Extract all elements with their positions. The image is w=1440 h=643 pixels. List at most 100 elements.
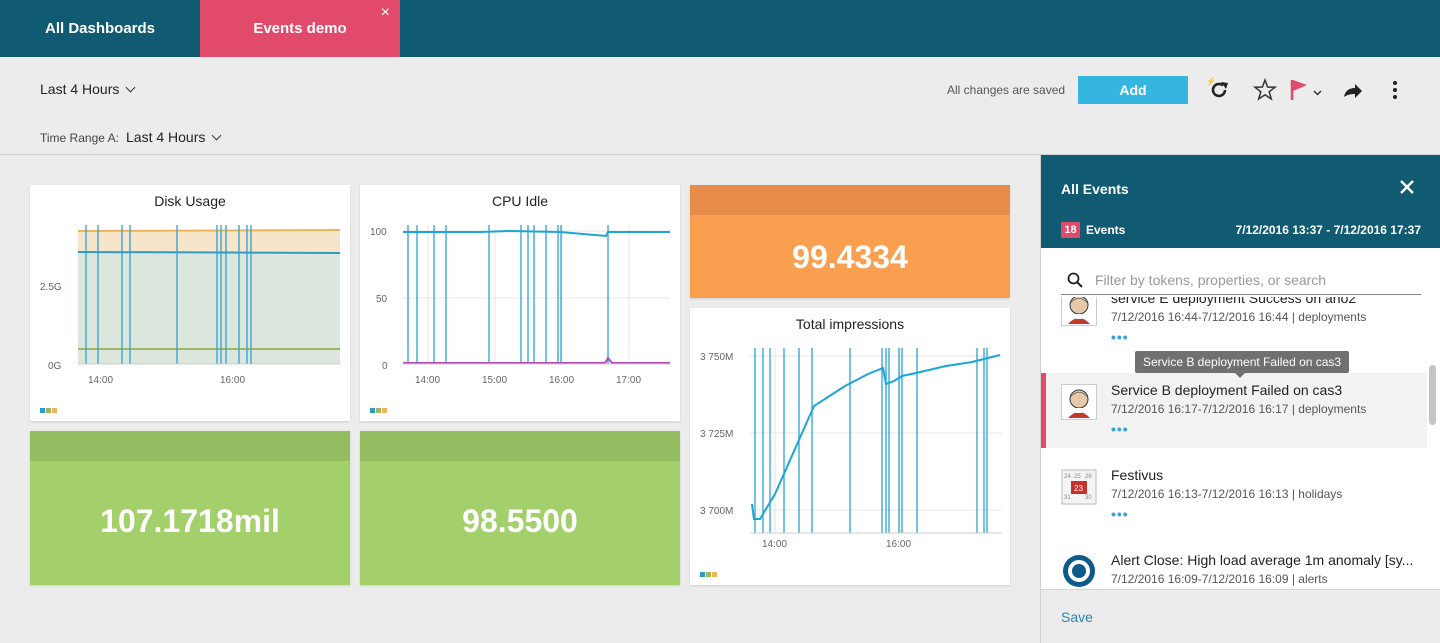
- chevron-down-icon: [211, 130, 222, 141]
- x-tick: 16:00: [886, 539, 911, 550]
- disk-usage-panel: Disk Usage 2.5G 0G 14:00 16:00: [30, 185, 350, 421]
- jenkins-icon: [1061, 384, 1097, 420]
- star-icon[interactable]: [1252, 77, 1278, 103]
- y-tick: 0: [382, 361, 388, 372]
- series-line-1: [77, 229, 341, 232]
- y-tick: 100: [370, 227, 387, 238]
- scrollbar-thumb[interactable]: [1429, 365, 1436, 425]
- event-meta: 7/12/2016 16:44-7/12/2016 16:44 | deploy…: [1111, 310, 1367, 324]
- event-more-icon[interactable]: •••: [1111, 506, 1129, 522]
- y-tick: 3 700M: [700, 506, 733, 517]
- green-stat-panel-1: 107.1718mil: [30, 431, 350, 585]
- x-tick: 14:00: [415, 375, 440, 386]
- close-tab-icon[interactable]: ×: [381, 0, 390, 41]
- time-range-a-label: Time Range A:: [40, 131, 119, 145]
- alert-ring-icon: [1063, 555, 1095, 587]
- event-item[interactable]: Alert Close: High load average 1m anomal…: [1041, 543, 1427, 589]
- event-list: service E deployment Success on ano2 7/1…: [1041, 297, 1440, 589]
- green-stat-panel-2: 98.5500: [360, 431, 680, 585]
- legend-swatch[interactable]: [700, 572, 705, 577]
- dashboard-toolbar: Last 4 Hours Time Range A: Last 4 Hours …: [0, 57, 1440, 155]
- close-icon[interactable]: [1397, 177, 1417, 197]
- event-tooltip: Service B deployment Failed on cas3: [1135, 351, 1350, 378]
- flag-icon[interactable]: [1288, 77, 1326, 103]
- svg-text:30: 30: [1085, 495, 1092, 501]
- legend-swatch[interactable]: [46, 408, 51, 413]
- svg-text:⚡: ⚡: [1206, 77, 1216, 86]
- time-range-value: Last 4 Hours: [40, 81, 120, 97]
- series-line-1: [403, 229, 670, 238]
- stat-value: 99.4334: [792, 239, 908, 275]
- x-tick: 14:00: [762, 539, 787, 550]
- svg-text:23: 23: [1074, 484, 1083, 493]
- event-meta: 7/12/2016 16:13-7/12/2016 16:13 | holida…: [1111, 487, 1343, 501]
- x-tick: 14:00: [88, 375, 113, 386]
- legend-swatch[interactable]: [40, 408, 45, 413]
- legend-swatch[interactable]: [370, 408, 375, 413]
- y-tick: 3 750M: [700, 352, 733, 363]
- event-filter-input[interactable]: [1095, 270, 1415, 290]
- tab-all-dashboards[interactable]: All Dashboards: [0, 0, 200, 57]
- x-tick: 15:00: [482, 375, 507, 386]
- svg-text:24: 24: [1064, 474, 1071, 480]
- more-vert-icon[interactable]: [1382, 77, 1408, 103]
- save-button[interactable]: Save: [1061, 609, 1093, 625]
- series-line-2: [403, 356, 670, 364]
- stat-value: 107.1718mil: [100, 503, 280, 539]
- events-sidebar: All Events 18 Events 7/12/2016 13:37 - 7…: [1040, 155, 1440, 643]
- event-item[interactable]: 24 25 26 31 30 23 Festivus 7/12/2016 16:13-…: [1041, 458, 1427, 533]
- event-title: Festivus: [1111, 467, 1164, 483]
- x-tick: 16:00: [549, 375, 574, 386]
- y-tick: 3 725M: [700, 429, 733, 440]
- svg-text:26: 26: [1085, 474, 1092, 480]
- series-line: [751, 354, 1001, 520]
- event-more-icon[interactable]: •••: [1111, 329, 1129, 345]
- y-tick: 2.5G: [40, 282, 62, 293]
- search-icon: [1067, 272, 1083, 288]
- cpu-idle-panel: CPU Idle 100 50 0 14:00 15:00 16:00 17:0…: [360, 185, 680, 421]
- legend-swatch[interactable]: [706, 572, 711, 577]
- x-tick: 17:00: [616, 375, 641, 386]
- total-impressions-panel: Total impressions 3 750M 3 725M 3 700M 1…: [690, 308, 1010, 585]
- total-impressions-chart[interactable]: 3 750M 3 725M 3 700M 14:00 16:00: [690, 308, 1010, 585]
- event-title: service E deployment Success on ano2: [1111, 297, 1357, 306]
- area-fill-top: [78, 231, 340, 253]
- event-more-icon[interactable]: •••: [1111, 421, 1129, 437]
- event-item[interactable]: Service B deployment Failed on cas3 7/12…: [1041, 373, 1427, 448]
- event-count-badge: 18: [1061, 222, 1080, 238]
- disk-usage-chart[interactable]: 2.5G 0G 14:00 16:00: [30, 185, 350, 421]
- stat-header: [30, 431, 350, 461]
- time-range-a-value: Last 4 Hours: [126, 129, 206, 145]
- y-tick: 0G: [48, 361, 62, 372]
- tab-events-demo[interactable]: Events demo ×: [200, 0, 400, 57]
- time-range-a-select[interactable]: Last 4 Hours: [126, 129, 222, 145]
- y-tick: 50: [376, 294, 388, 305]
- event-title: Alert Close: High load average 1m anomal…: [1111, 552, 1413, 568]
- event-markers: [754, 348, 988, 533]
- sidebar-header: All Events 18 Events 7/12/2016 13:37 - 7…: [1041, 155, 1440, 248]
- event-title: Service B deployment Failed on cas3: [1111, 382, 1343, 398]
- legend-swatch[interactable]: [376, 408, 381, 413]
- add-button[interactable]: Add: [1078, 76, 1188, 104]
- refresh-icon[interactable]: ⚡: [1206, 77, 1232, 103]
- svg-text:25: 25: [1074, 474, 1081, 480]
- gridlines: [750, 348, 1002, 533]
- time-range-select[interactable]: Last 4 Hours: [40, 81, 136, 97]
- stat-header: [690, 185, 1010, 215]
- top-bar: All Dashboards Events demo ×: [0, 0, 1440, 57]
- event-markers: [407, 225, 609, 364]
- event-meta: 7/12/2016 16:09-7/12/2016 16:09 | alerts: [1111, 572, 1328, 586]
- legend-swatch[interactable]: [712, 572, 717, 577]
- share-icon[interactable]: [1339, 77, 1365, 103]
- sidebar-title: All Events: [1061, 181, 1129, 197]
- legend-swatch[interactable]: [382, 408, 387, 413]
- orange-stat-panel: 99.4334: [690, 185, 1010, 298]
- cpu-idle-chart[interactable]: 100 50 0 14:00 15:00 16:00 17:00: [360, 185, 680, 421]
- event-count-label: Events: [1086, 223, 1126, 237]
- svg-text:31: 31: [1064, 495, 1071, 501]
- jenkins-icon: [1061, 297, 1097, 326]
- calendar-icon: 24 25 26 31 30 23: [1061, 469, 1097, 505]
- event-filter: [1061, 265, 1421, 295]
- legend-swatch[interactable]: [52, 408, 57, 413]
- event-meta: 7/12/2016 16:17-7/12/2016 16:17 | deploy…: [1111, 402, 1367, 416]
